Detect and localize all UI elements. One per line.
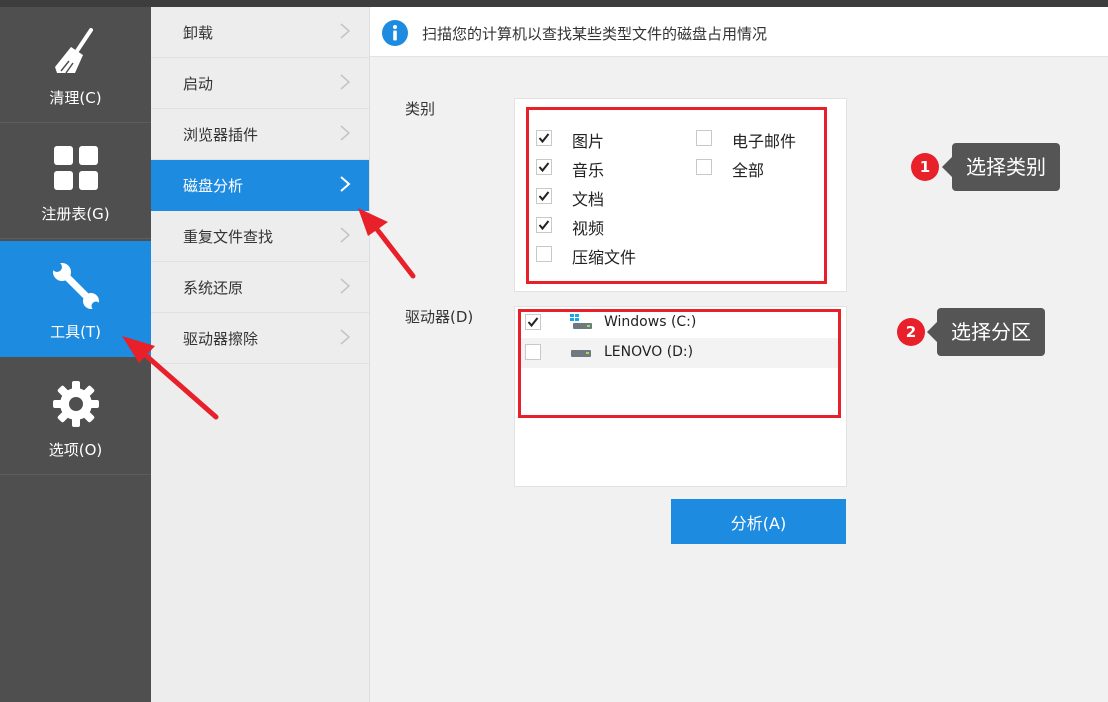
sidebar-item-label: 选项(O) [48, 441, 103, 459]
sidebar-item-label: 工具(T) [50, 323, 101, 341]
analyze-button[interactable]: 分析(A) [671, 499, 846, 544]
menu-item-system-restore[interactable]: 系统还原 [151, 262, 369, 313]
menu-item-label: 重复文件查找 [183, 228, 274, 246]
category-highlight-box [526, 107, 827, 284]
sidebar-item-cleaner[interactable]: 清理(C) [0, 7, 151, 123]
chevron-right-icon [340, 329, 351, 345]
menu-item-label: 卸载 [183, 24, 214, 42]
callout-select-partition: 选择分区 [927, 308, 1045, 356]
info-text: 扫描您的计算机以查找某些类型文件的磁盘占用情况 [422, 25, 768, 43]
main-sidebar: 清理(C) 注册表(G) 工具(T) 选项(O) [0, 7, 151, 702]
sidebar-item-options[interactable]: 选项(O) [0, 359, 151, 475]
chevron-right-icon [340, 74, 351, 90]
menu-item-label: 驱动器擦除 [183, 330, 259, 348]
category-label: 类别 [405, 100, 436, 118]
info-icon [382, 20, 408, 46]
callout-number-2: 2 [897, 318, 925, 346]
menu-item-label: 浏览器插件 [183, 126, 259, 144]
info-bar: 扫描您的计算机以查找某些类型文件的磁盘占用情况 [370, 7, 1108, 57]
chevron-right-icon [340, 125, 351, 141]
menu-item-drive-wiper[interactable]: 驱动器擦除 [151, 313, 369, 364]
menu-item-startup[interactable]: 启动 [151, 58, 369, 109]
chevron-right-icon [340, 176, 351, 192]
sidebar-item-registry[interactable]: 注册表(G) [0, 123, 151, 239]
callout-select-category: 选择类别 [942, 143, 1060, 191]
grid-icon [51, 143, 101, 193]
menu-item-uninstall[interactable]: 卸载 [151, 7, 369, 58]
sidebar-item-tools[interactable]: 工具(T) [0, 241, 151, 357]
menu-item-duplicate-finder[interactable]: 重复文件查找 [151, 211, 369, 262]
wrench-icon [51, 261, 101, 311]
drive-label: 驱动器(D) [405, 308, 474, 326]
chevron-right-icon [340, 278, 351, 294]
window-top-bar [0, 0, 1108, 7]
menu-item-disk-analysis[interactable]: 磁盘分析 [151, 160, 369, 211]
menu-item-label: 磁盘分析 [183, 177, 244, 195]
drive-highlight-box [518, 309, 841, 418]
chevron-right-icon [340, 23, 351, 39]
tools-menu: 卸载 启动 浏览器插件 磁盘分析 重复文件查找 系统还原 驱动器擦除 [151, 7, 370, 702]
sidebar-item-label: 注册表(G) [41, 205, 110, 223]
menu-item-browser-plugins[interactable]: 浏览器插件 [151, 109, 369, 160]
menu-item-label: 系统还原 [183, 279, 244, 297]
callout-number-1: 1 [911, 153, 939, 181]
gear-icon [51, 379, 101, 429]
menu-item-label: 启动 [183, 75, 214, 93]
chevron-right-icon [340, 227, 351, 243]
sidebar-item-label: 清理(C) [49, 89, 102, 107]
broom-icon [51, 27, 101, 77]
